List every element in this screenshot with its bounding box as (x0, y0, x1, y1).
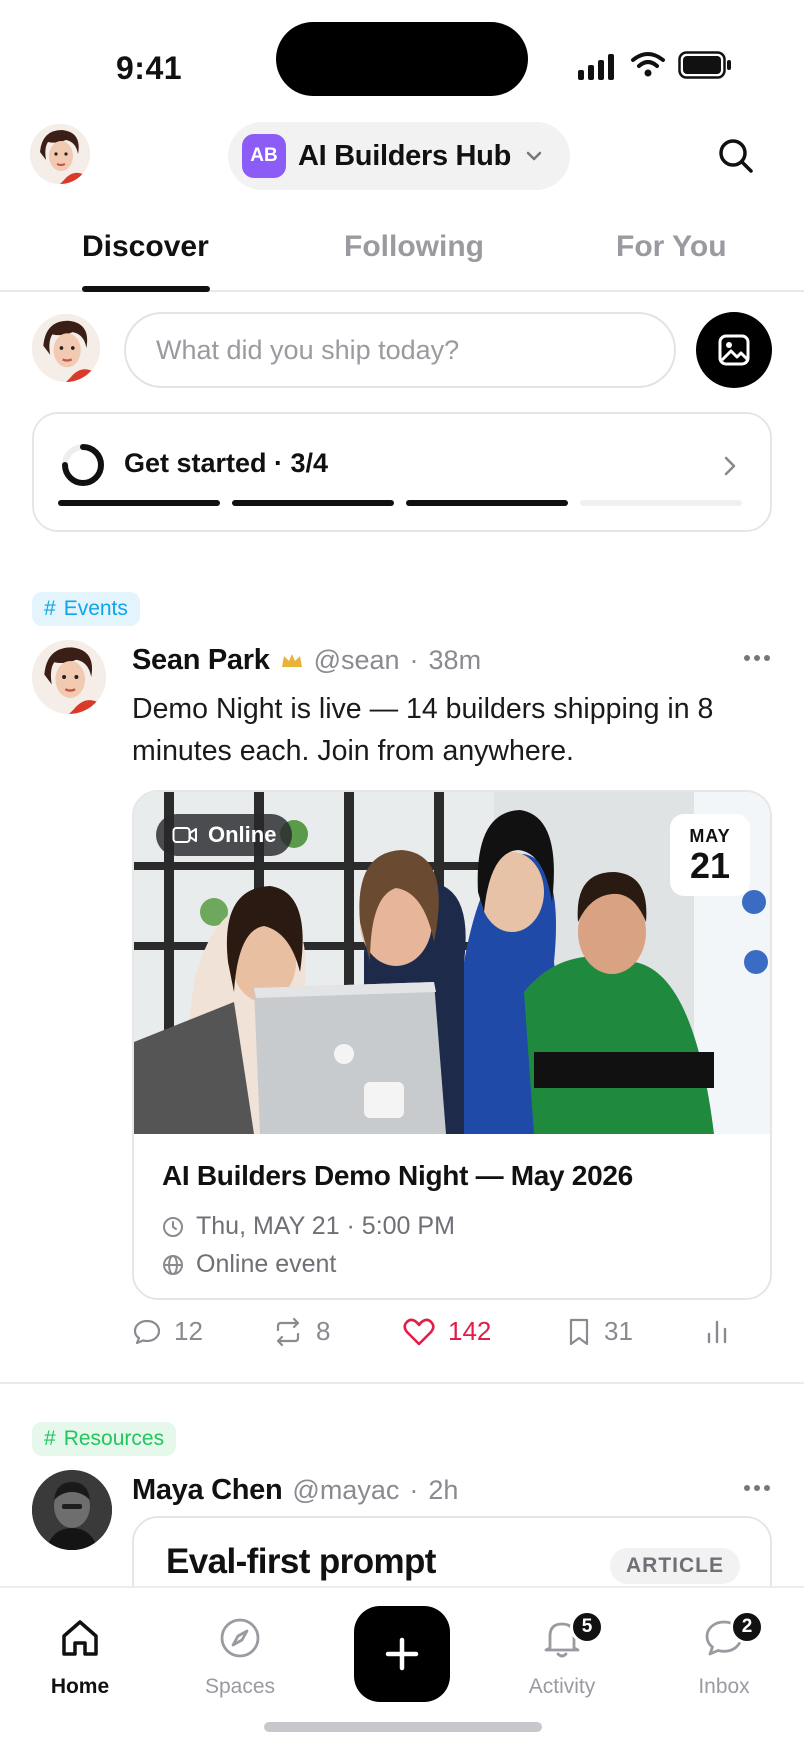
progress-step (580, 500, 742, 506)
hub-logo: AB (242, 134, 286, 178)
tab-for-you[interactable]: For You (616, 230, 727, 264)
composer-input[interactable]: What did you ship today? (124, 312, 676, 388)
event-card[interactable]: Online MAY 21 AI Builders Demo Night — M… (132, 790, 772, 1300)
like-button[interactable]: 142 (402, 1316, 491, 1347)
notification-badge: 2 (730, 1610, 764, 1644)
crown-icon (281, 653, 302, 667)
nav-label: Spaces (204, 1675, 276, 1698)
nav-label: Inbox (698, 1675, 750, 1698)
bookmark-count: 31 (604, 1316, 633, 1346)
wifi-icon (631, 52, 665, 77)
status-time: 9:41 (116, 50, 183, 86)
nav-activity[interactable]: Activity 5 (502, 1610, 622, 1699)
tab-following[interactable]: Following (344, 230, 484, 264)
hash-icon: # (44, 597, 56, 620)
get-started-label: Get started · 3/4 (124, 448, 329, 478)
get-started-card[interactable]: Get started · 3/4 (32, 412, 772, 532)
clock-icon (163, 1216, 183, 1237)
home-icon (62, 1620, 98, 1656)
event-title: AI Builders Demo Night — May 2026 (162, 1160, 633, 1191)
progress-step (232, 500, 394, 506)
comment-button[interactable]: 12 (132, 1316, 203, 1347)
post-handle: @mayac (292, 1475, 400, 1505)
tab-discover[interactable]: Discover (82, 230, 209, 264)
create-post-button[interactable] (354, 1606, 450, 1702)
nav-inbox[interactable]: Inbox 2 (664, 1610, 784, 1699)
bookmark-icon (569, 1318, 589, 1345)
nav-spaces[interactable]: Spaces (180, 1616, 300, 1699)
active-tab-indicator (82, 286, 210, 292)
notification-badge: 5 (570, 1610, 604, 1644)
post-time: 38m (428, 645, 482, 675)
repost-icon (276, 1317, 300, 1346)
heart-icon (403, 1318, 435, 1345)
bar-chart-icon (707, 1320, 727, 1344)
hash-icon: # (44, 1427, 56, 1450)
post-body: Demo Night is live — 14 builders shippin… (132, 693, 714, 767)
event-date-badge: MAY 21 (670, 814, 750, 896)
article-type-badge: ARTICLE (610, 1548, 740, 1584)
chevron-right-icon (724, 456, 736, 476)
post-header: Maya Chen @mayac · 2h (132, 1474, 458, 1507)
progress-step (406, 500, 568, 506)
online-badge: Online (156, 814, 293, 856)
post-time: 2h (428, 1475, 459, 1505)
post-handle: @sean (313, 645, 400, 675)
image-icon (718, 334, 750, 366)
event-location-row: Online event (162, 1250, 336, 1279)
cellular-signal-icon (578, 52, 614, 80)
hub-switcher[interactable]: AB AI Builders Hub (228, 122, 570, 190)
comment-count: 12 (174, 1316, 203, 1346)
repost-count: 8 (316, 1316, 331, 1346)
globe-icon (163, 1254, 183, 1275)
nav-home[interactable]: Home (20, 1616, 140, 1699)
battery-icon (678, 51, 731, 79)
progress-step (58, 500, 220, 506)
progress-ring-icon (62, 444, 104, 486)
event-datetime: Thu, MAY 21 · 5:00 PM (196, 1212, 455, 1240)
bookmark-button[interactable]: 31 (566, 1316, 633, 1347)
post-actions: 12 8 142 31 (132, 1316, 732, 1360)
post-author-name[interactable]: Sean Park (132, 644, 270, 677)
article-title: Eval-first prompt (166, 1542, 436, 1581)
chevron-down-icon (526, 151, 542, 161)
profile-avatar[interactable] (30, 124, 90, 184)
post-tag[interactable]: # Resources (32, 1422, 177, 1456)
search-icon[interactable] (716, 136, 756, 176)
composer-avatar (32, 314, 100, 382)
event-datetime-row: Thu, MAY 21 · 5:00 PM (162, 1212, 455, 1241)
post-author-avatar[interactable] (32, 640, 106, 714)
nav-label: Home (50, 1675, 110, 1698)
views-button[interactable] (704, 1316, 730, 1346)
event-month: MAY (689, 826, 731, 846)
event-day: 21 (689, 845, 731, 886)
repost-button[interactable]: 8 (272, 1316, 330, 1347)
home-indicator (264, 1722, 542, 1732)
meta-dot: · (409, 1475, 419, 1505)
plus-icon (385, 1637, 419, 1671)
more-options-icon[interactable] (742, 652, 772, 664)
post-header: Sean Park @sean · 38m (132, 644, 481, 677)
hub-name: AI Builders Hub (298, 139, 512, 172)
more-options-icon[interactable] (742, 1482, 772, 1494)
compass-icon (220, 1618, 260, 1658)
post-tag[interactable]: # Events (32, 592, 140, 626)
app-screen: 9:41 AB AI Builders Hub Discover Followi… (0, 0, 804, 1748)
dynamic-island (276, 22, 528, 96)
post-author-avatar[interactable] (32, 1470, 112, 1550)
add-image-button[interactable] (696, 312, 772, 388)
feed-tabs: Discover Following For You (0, 220, 804, 292)
like-count: 142 (448, 1316, 492, 1346)
meta-dot: · (409, 645, 419, 675)
comment-icon (133, 1319, 161, 1344)
event-location: Online event (196, 1250, 337, 1278)
post-divider (0, 1382, 804, 1384)
nav-label: Activity (528, 1675, 596, 1698)
post-author-name[interactable]: Maya Chen (132, 1474, 283, 1507)
video-camera-icon (172, 827, 197, 843)
